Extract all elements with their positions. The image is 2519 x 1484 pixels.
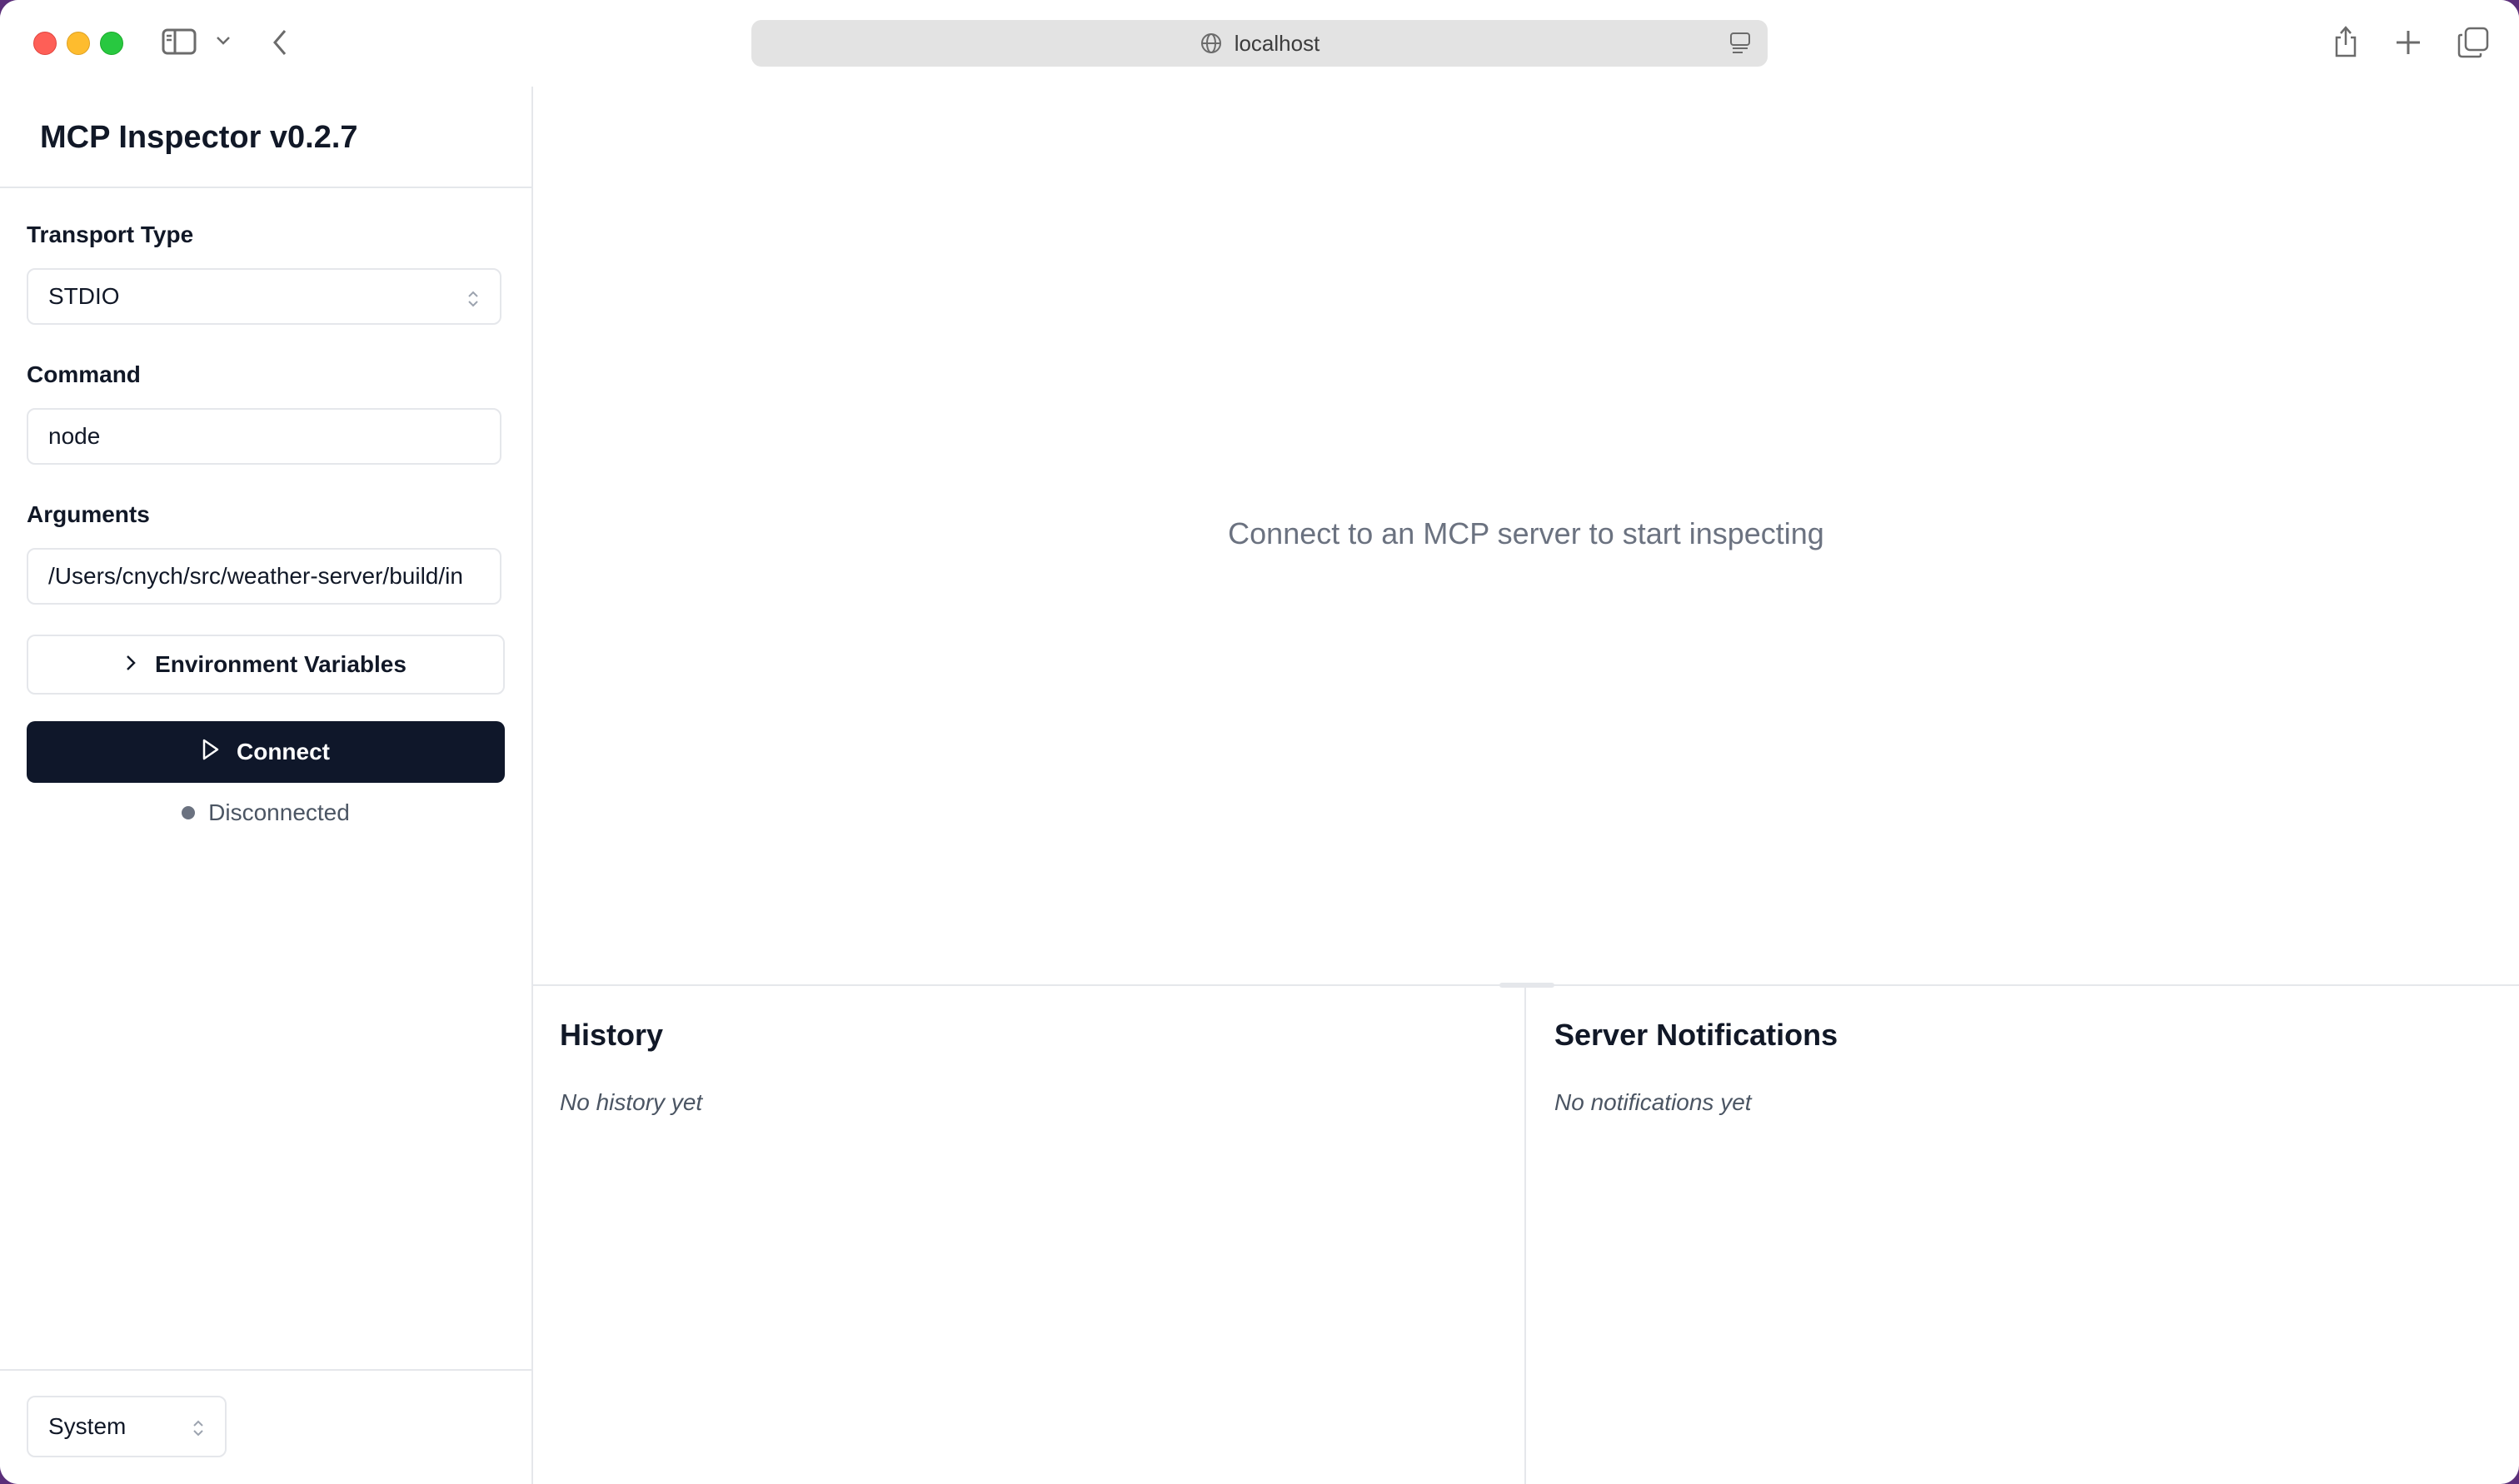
- environment-variables-button[interactable]: Environment Variables: [27, 635, 505, 695]
- transport-type-label: Transport Type: [27, 222, 194, 247]
- history-empty-text: No history yet: [560, 1089, 703, 1115]
- globe-icon: [1200, 32, 1223, 55]
- tab-overview-icon[interactable]: [2457, 27, 2489, 58]
- chevron-up-down-icon: [466, 288, 480, 315]
- divider: [0, 1369, 531, 1371]
- panel-resize-handle[interactable]: [1499, 983, 1554, 988]
- divider: [0, 187, 531, 188]
- chevron-up-down-icon: [192, 1417, 205, 1444]
- chevron-right-icon: [125, 651, 137, 678]
- play-icon: [202, 739, 220, 766]
- connection-status: Disconnected: [0, 796, 531, 829]
- chevron-down-icon[interactable]: [215, 35, 232, 47]
- back-icon[interactable]: [272, 28, 288, 57]
- share-icon[interactable]: [2332, 25, 2359, 58]
- zoom-window-button[interactable]: [100, 32, 123, 55]
- transport-type-value: STDIO: [48, 283, 120, 309]
- history-title: History: [560, 1018, 664, 1052]
- empty-state-message: Connect to an MCP server to start inspec…: [1228, 516, 1824, 550]
- status-dot: [182, 806, 196, 819]
- theme-select-value: System: [48, 1413, 127, 1439]
- arguments-value: /Users/cnych/src/weather-server/build/in: [48, 563, 463, 589]
- theme-select[interactable]: System: [27, 1396, 227, 1457]
- url-text: localhost: [1234, 30, 1320, 56]
- transport-type-select[interactable]: STDIO: [27, 268, 501, 325]
- sidebar-toggle-icon[interactable]: [162, 28, 197, 55]
- server-notifications-title: Server Notifications: [1554, 1018, 1838, 1052]
- browser-toolbar: localhost: [0, 0, 2519, 87]
- environment-variables-label: Environment Variables: [155, 651, 407, 677]
- minimize-window-button[interactable]: [67, 32, 90, 55]
- new-tab-icon[interactable]: [2394, 28, 2422, 57]
- status-text: Disconnected: [208, 799, 350, 825]
- close-window-button[interactable]: [33, 32, 57, 55]
- arguments-label: Arguments: [27, 501, 150, 527]
- app-title: MCP Inspector v0.2.7: [40, 120, 358, 155]
- connect-button[interactable]: Connect: [27, 721, 505, 783]
- command-input[interactable]: node: [27, 408, 501, 465]
- connect-label: Connect: [237, 739, 330, 764]
- divider: [1524, 986, 1526, 1484]
- command-label: Command: [27, 361, 141, 387]
- reader-mode-icon[interactable]: [1729, 32, 1751, 59]
- browser-window: localhost MCP Inspector v0.2.7 Transport…: [0, 0, 2519, 1484]
- main-content: Connect to an MCP server to start inspec…: [533, 87, 2519, 1484]
- arguments-input[interactable]: /Users/cnych/src/weather-server/build/in: [27, 548, 501, 605]
- sidebar: MCP Inspector v0.2.7 Transport Type STDI…: [0, 87, 533, 1484]
- address-bar[interactable]: localhost: [751, 20, 1768, 67]
- notifications-empty-text: No notifications yet: [1554, 1089, 1752, 1115]
- command-value: node: [48, 423, 101, 449]
